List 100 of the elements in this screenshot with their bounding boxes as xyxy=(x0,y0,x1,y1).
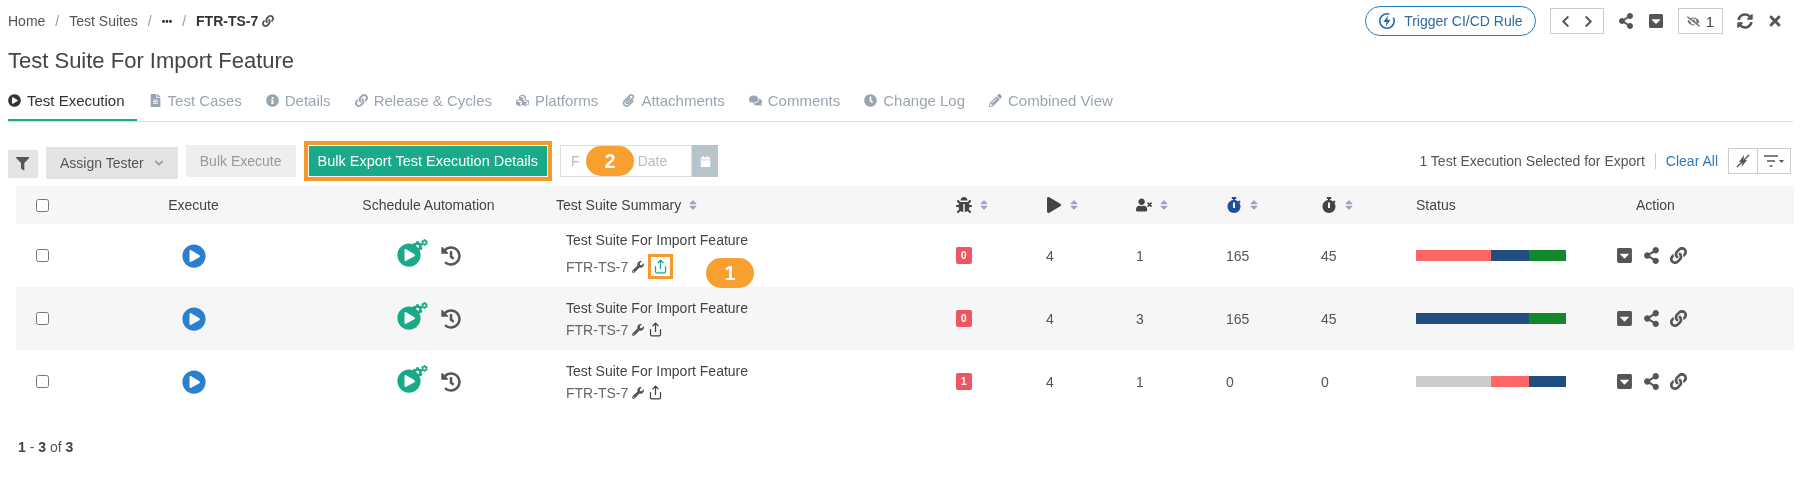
history-icon[interactable] xyxy=(440,308,461,329)
row-checkbox[interactable] xyxy=(36,312,49,325)
callout-badge: 2 xyxy=(586,146,635,176)
tab[interactable]: Comments xyxy=(748,86,853,121)
breadcrumb-link[interactable]: Test Suites xyxy=(69,13,138,29)
column-header: Action xyxy=(1636,197,1675,213)
link-icon[interactable] xyxy=(262,15,275,27)
table-cell: 165 xyxy=(1226,247,1250,264)
paperclip-icon xyxy=(622,94,636,107)
tab[interactable]: Combined View xyxy=(989,86,1125,121)
defect-count: 0 xyxy=(956,310,972,327)
share-icon[interactable] xyxy=(1643,247,1660,264)
wrench-icon[interactable] xyxy=(632,386,645,399)
defect-count: 1 xyxy=(956,373,972,390)
wrench-icon[interactable] xyxy=(632,323,645,336)
scheduled-play-icon[interactable] xyxy=(396,368,427,395)
timer-icon xyxy=(1321,197,1337,213)
table-cell: 1 xyxy=(1136,373,1144,390)
table-cell: 3 xyxy=(1136,310,1144,327)
info-icon xyxy=(265,94,279,107)
column-header: Execute xyxy=(168,197,219,213)
wrench-icon[interactable] xyxy=(632,260,645,273)
execute-play-icon[interactable] xyxy=(181,306,206,331)
share-icon[interactable] xyxy=(1643,373,1660,390)
tab[interactable]: Attachments xyxy=(622,86,737,121)
calendar-icon xyxy=(699,155,711,167)
assign-tester-dropdown[interactable]: Assign Tester xyxy=(46,147,178,179)
table-cell: 165 xyxy=(1226,310,1250,327)
breadcrumb-more[interactable]: ••• xyxy=(161,15,173,27)
table-cell: 4 xyxy=(1046,373,1054,390)
export-icon[interactable] xyxy=(648,322,664,337)
column-header[interactable]: Test Suite Summary xyxy=(556,197,682,213)
suite-key: FTR-TS-7 xyxy=(566,321,629,338)
tab[interactable]: Test Execution xyxy=(8,86,137,121)
link-icon xyxy=(354,94,368,107)
dropdown-icon[interactable] xyxy=(1616,373,1633,390)
comments-icon xyxy=(748,94,762,107)
play-icon xyxy=(1046,197,1062,213)
table-cell: 0 xyxy=(1321,373,1329,390)
clear-all-link[interactable]: Clear All xyxy=(1665,153,1718,169)
execute-play-icon[interactable] xyxy=(181,243,206,268)
link-icon[interactable] xyxy=(1670,310,1687,327)
select-all-checkbox[interactable] xyxy=(36,198,49,212)
link-icon[interactable] xyxy=(1670,247,1687,264)
suite-title: Test Suite For Import Feature xyxy=(566,362,749,379)
document-icon xyxy=(148,94,162,107)
trigger-rule-button[interactable]: Trigger CI/CD Rule xyxy=(1365,6,1536,36)
tab[interactable]: Change Log xyxy=(864,86,978,121)
callout-badge: 1 xyxy=(706,258,754,288)
table-cell: 45 xyxy=(1321,310,1337,327)
filter-button[interactable] xyxy=(8,150,38,178)
export-icon[interactable] xyxy=(648,385,664,400)
suite-title: Test Suite For Import Feature xyxy=(566,232,749,248)
history-icon[interactable] xyxy=(440,371,461,392)
tab[interactable]: Release & Cycles xyxy=(354,86,504,121)
row-checkbox[interactable] xyxy=(36,249,49,262)
cubes-icon xyxy=(516,94,529,107)
share-icon[interactable] xyxy=(1643,310,1660,327)
filter-icon xyxy=(16,157,30,171)
history-icon[interactable] xyxy=(440,245,461,266)
link-icon[interactable] xyxy=(1670,373,1687,390)
table-cell: 4 xyxy=(1046,310,1054,327)
row-checkbox[interactable] xyxy=(36,375,49,388)
scheduled-play-icon[interactable] xyxy=(396,305,427,332)
breadcrumb-link[interactable]: Home xyxy=(8,13,46,29)
refresh-icon[interactable] xyxy=(1737,13,1753,29)
sort-menu-button[interactable] xyxy=(1757,148,1791,174)
clock-icon xyxy=(864,94,878,107)
suite-key: FTR-TS-7 xyxy=(566,384,629,401)
tab[interactable]: Platforms xyxy=(516,86,611,121)
pencil-icon xyxy=(989,94,1003,107)
breadcrumb-link[interactable]: FTR-TS-7 xyxy=(196,13,259,29)
column-header: Schedule Automation xyxy=(362,197,495,213)
watch-button[interactable]: 1 xyxy=(1677,8,1723,34)
bolt-icon xyxy=(1378,12,1397,30)
table-cell: 45 xyxy=(1321,247,1337,264)
bulk-export-button[interactable]: Bulk Export Test Execution Details xyxy=(303,141,553,181)
pagination-info: 1 - 3 of 3 xyxy=(18,439,75,455)
tab[interactable]: Test Cases xyxy=(148,86,254,121)
breadcrumb-separator: / xyxy=(55,13,60,29)
column-toggle-button[interactable] xyxy=(1728,148,1757,174)
tab[interactable]: Details xyxy=(265,86,343,121)
close-icon[interactable] xyxy=(1767,13,1783,29)
column-header: Status xyxy=(1416,197,1456,213)
play-icon xyxy=(8,94,21,107)
chevron-down-icon xyxy=(153,158,164,168)
dropdown-icon[interactable] xyxy=(1647,13,1664,29)
dropdown-icon[interactable] xyxy=(1616,247,1633,264)
page-title: Test Suite For Import Feature xyxy=(8,48,296,74)
bug-icon xyxy=(956,197,972,213)
dropdown-icon[interactable] xyxy=(1616,310,1633,327)
execute-play-icon[interactable] xyxy=(181,369,206,394)
table-cell: 4 xyxy=(1046,247,1054,264)
share-icon[interactable] xyxy=(1617,13,1634,29)
bolt-slash-icon xyxy=(1735,154,1751,168)
user-icon xyxy=(1136,197,1152,213)
suite-key: FTR-TS-7 xyxy=(566,258,629,275)
eye-slash-icon xyxy=(1686,14,1700,28)
breadcrumb-separator: / xyxy=(147,13,152,29)
scheduled-play-icon[interactable] xyxy=(396,242,427,269)
